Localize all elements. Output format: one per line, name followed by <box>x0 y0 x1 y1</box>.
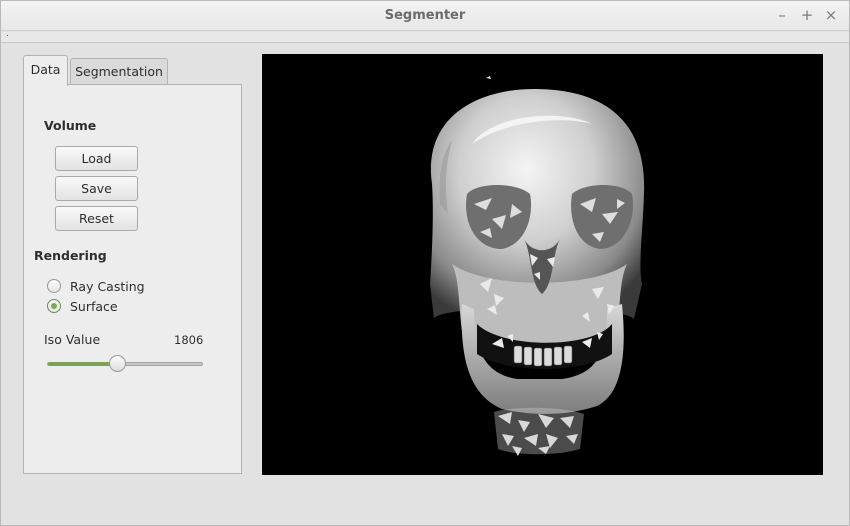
minimize-icon[interactable]: – <box>773 6 791 24</box>
rendering-heading: Rendering <box>34 248 107 263</box>
close-icon[interactable]: × <box>822 6 840 24</box>
reset-button[interactable]: Reset <box>55 206 138 231</box>
volume-heading: Volume <box>44 118 97 133</box>
app-window: Segmenter – + × . Data Segmentation Volu… <box>0 0 850 526</box>
slider-handle[interactable] <box>108 355 126 372</box>
menu-bar: . <box>1 29 849 43</box>
slider-fill <box>48 362 119 366</box>
load-button[interactable]: Load <box>55 146 138 171</box>
skull-render <box>430 76 645 456</box>
iso-value-readout: 1806 <box>174 333 204 347</box>
save-button[interactable]: Save <box>55 176 138 201</box>
surface-label[interactable]: Surface <box>70 299 118 314</box>
window-title: Segmenter <box>384 8 466 23</box>
maximize-icon[interactable]: + <box>798 6 816 24</box>
ray-casting-label[interactable]: Ray Casting <box>70 279 145 294</box>
menu-bar-text: . <box>6 29 9 39</box>
ray-casting-radio[interactable] <box>47 279 61 293</box>
tab-segmentation[interactable]: Segmentation <box>70 58 168 84</box>
data-tab-panel: Volume Load Save Reset Rendering Ray Cas… <box>23 84 242 474</box>
render-viewport[interactable] <box>262 54 823 475</box>
tab-data[interactable]: Data <box>23 55 68 86</box>
title-bar[interactable]: Segmenter – + × <box>1 1 849 31</box>
surface-radio[interactable] <box>47 299 61 313</box>
iso-value-label: Iso Value <box>44 332 101 347</box>
